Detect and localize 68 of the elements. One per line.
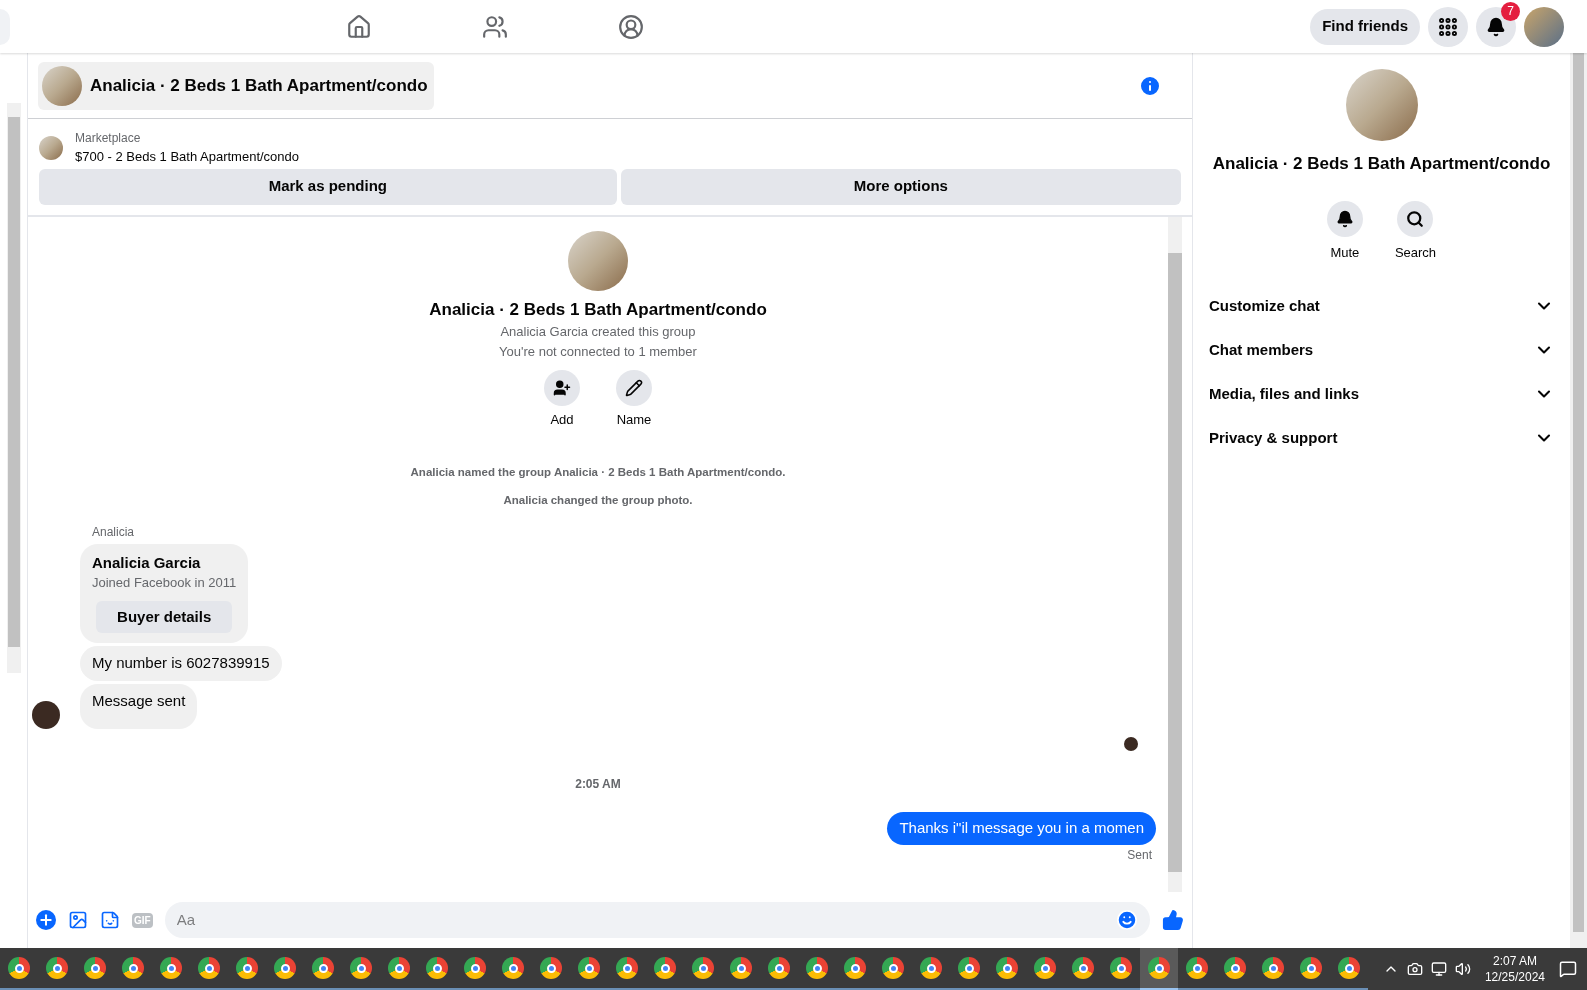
panel-section[interactable]: Media, files and links: [1209, 372, 1554, 416]
image-icon[interactable]: [68, 910, 88, 930]
listing-title: $700 - 2 Beds 1 Bath Apartment/condo: [75, 148, 300, 166]
group-info-text: You're not connected to 1 member: [499, 344, 697, 361]
notifications-icon[interactable]: [1559, 960, 1577, 978]
clock-date: 12/25/2024: [1484, 969, 1545, 985]
find-friends-button[interactable]: Find friends: [1310, 8, 1420, 45]
profile-icon[interactable]: [618, 13, 645, 40]
home-icon[interactable]: [346, 13, 373, 40]
scrollbar[interactable]: [6, 103, 21, 673]
panel-action-button[interactable]: [1397, 200, 1434, 237]
group-action-label: Add: [550, 412, 574, 429]
panel-section[interactable]: Privacy & support: [1209, 416, 1554, 460]
panel-section[interactable]: Chat members: [1209, 328, 1554, 372]
group-info-text: Analicia Garcia created this group: [500, 323, 696, 340]
listing-photo-placeholder: [39, 135, 63, 160]
message-timestamp: 2:05 AM: [575, 776, 621, 792]
sticker-icon[interactable]: [100, 910, 120, 930]
message-status: Sent: [1127, 847, 1152, 863]
clock-time: 2:07 AM: [1492, 953, 1537, 969]
listing-source: Marketplace: [75, 130, 142, 147]
message-input[interactable]: Aa: [164, 902, 1150, 938]
menu-button[interactable]: [1428, 6, 1468, 47]
event-text: Analicia changed the group photo.: [503, 492, 693, 508]
emoji-icon[interactable]: [1116, 909, 1138, 931]
add-person-icon: [553, 379, 571, 398]
group-title: Analicia · 2 Beds 1 Bath Apartment/condo: [429, 298, 767, 320]
message-bubble: Message sent: [80, 684, 198, 729]
panel-action-label: Mute: [1330, 243, 1360, 262]
group-action-button[interactable]: [544, 370, 580, 407]
camera-icon[interactable]: [1406, 961, 1423, 977]
thumbs-up-icon[interactable]: [1162, 909, 1184, 931]
buyer-details-button[interactable]: Buyer details: [96, 601, 233, 634]
group-action-label: Name: [616, 412, 652, 429]
search-icon: [1406, 209, 1425, 228]
pencil-icon: [625, 379, 643, 398]
chat-title: Analicia · 2 Beds 1 Bath Apartment/condo: [90, 74, 428, 97]
sender-name: Analicia: [92, 525, 135, 541]
plus-icon[interactable]: [36, 910, 56, 930]
profile-name: Analicia Garcia: [92, 554, 202, 573]
group-photo-placeholder: [42, 65, 82, 106]
network-icon[interactable]: [1430, 961, 1447, 977]
profile-subtitle: Joined Facebook in 2011: [92, 575, 237, 592]
bell-icon: [1486, 16, 1506, 37]
listing-action-button[interactable]: More options: [620, 168, 1181, 205]
listing-action-button[interactable]: Mark as pending: [39, 168, 617, 205]
browser-taskbar-icon[interactable]: [1140, 948, 1178, 990]
chat-title-button[interactable]: Analicia · 2 Beds 1 Bath Apartment/condo: [38, 61, 434, 110]
friends-icon[interactable]: [482, 13, 509, 40]
bell-icon: [1335, 209, 1354, 228]
panel-action-button[interactable]: [1326, 200, 1363, 237]
volume-icon[interactable]: [1454, 961, 1471, 977]
read-receipt-avatar: [1124, 736, 1138, 751]
scrollbar[interactable]: [1570, 53, 1587, 948]
panel-title: Analicia · 2 Beds 1 Bath Apartment/condo: [1212, 153, 1551, 175]
grid-icon: [1437, 15, 1459, 38]
account-avatar[interactable]: [1524, 6, 1564, 47]
scrollbar[interactable]: [1168, 216, 1182, 892]
event-text: Analicia named the group Analicia · 2 Beds 1 Bath Apartment/condo.: [410, 464, 786, 479]
message-bubble: Thanks i"il message you in a momen: [887, 811, 1156, 845]
message-bubble: My number is 6027839915: [80, 646, 282, 681]
avatar-placeholder: [32, 700, 60, 729]
group-action-button[interactable]: [616, 370, 652, 407]
panel-section[interactable]: Customize chat: [1209, 284, 1554, 328]
notification-badge: 7: [1501, 1, 1520, 21]
message-text-input[interactable]: Aa: [176, 908, 1116, 932]
notifications-button[interactable]: [1476, 6, 1516, 47]
panel-action-label: Search: [1394, 243, 1437, 262]
